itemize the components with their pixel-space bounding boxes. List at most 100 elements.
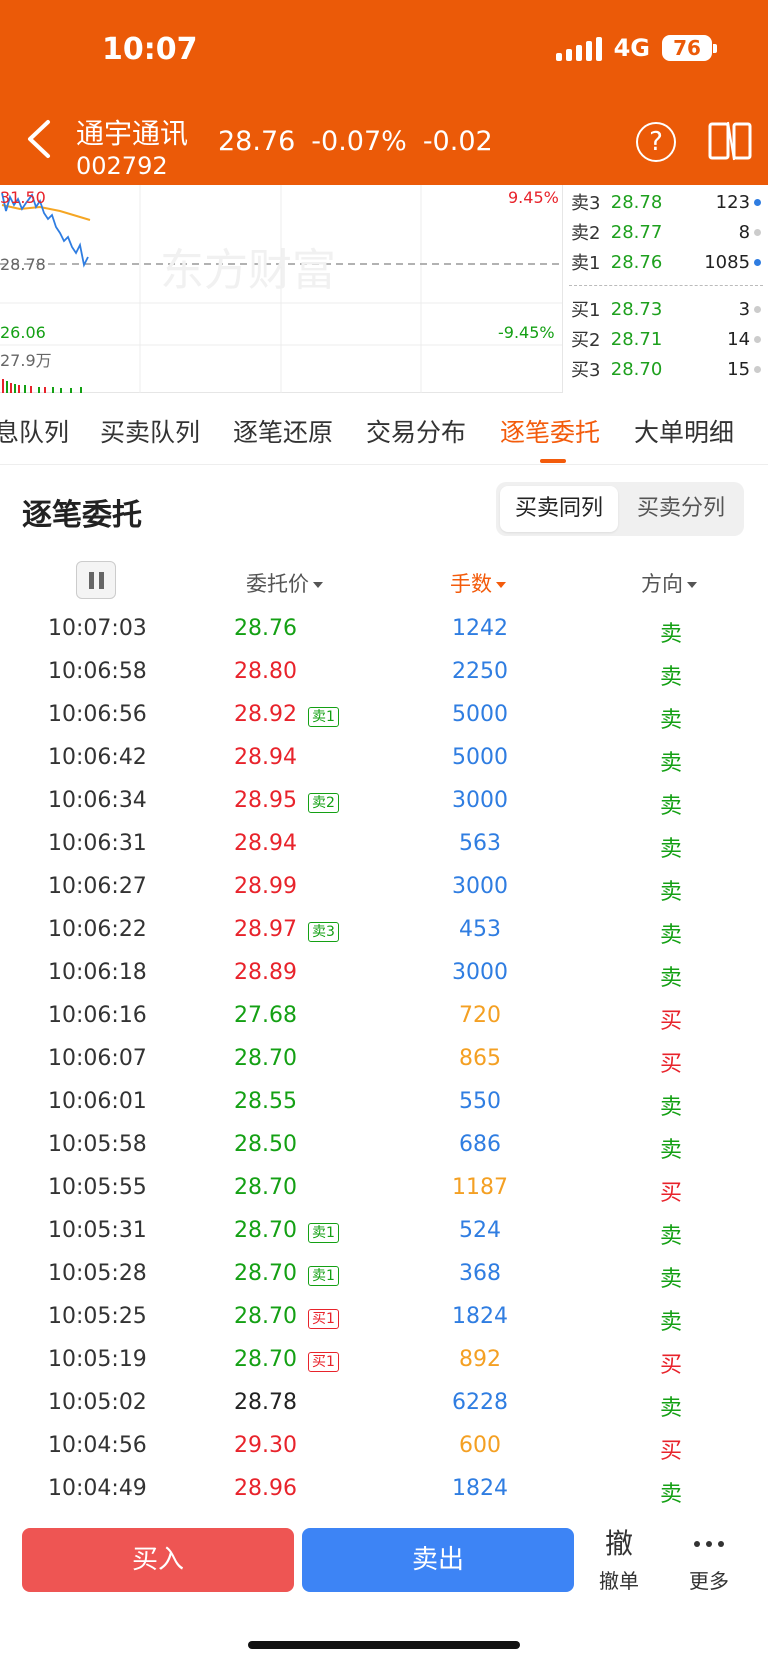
switch-view-icon[interactable] — [708, 120, 752, 162]
stock-code: 002792 — [76, 152, 168, 180]
tab-bid-ask-queue[interactable]: 买卖队列 — [100, 413, 200, 449]
dot-icon — [754, 198, 761, 206]
bid-row-1: 买1 28.73 3 — [571, 296, 761, 322]
row-direction: 卖 — [660, 1310, 683, 1335]
row-price: 27.68 — [234, 1003, 297, 1028]
bid-label: 买1 — [571, 300, 601, 321]
tick-order-list[interactable]: 10:07:03 28.76 1242 卖 10:06:58 28.80 2250 卖 10:0… — [0, 608, 768, 1511]
row-price: 28.95 — [234, 788, 297, 813]
chart-low-pct: -9.45% — [498, 323, 555, 342]
row-direction: 卖 — [660, 708, 683, 733]
row-time: 10:06:22 — [48, 917, 147, 942]
ask-label: 卖1 — [571, 253, 601, 274]
row-volume: 600 — [459, 1433, 501, 1458]
column-direction-header[interactable]: 方向 — [641, 568, 697, 598]
row-volume: 453 — [459, 917, 501, 942]
stock-name[interactable]: 通宇通讯 — [76, 112, 188, 152]
ask-volume: 1085 — [704, 251, 751, 273]
dot-icon — [754, 335, 761, 343]
intraday-chart[interactable]: 东方财富 31.50 9.45% 28.78 26.06 -9.45% 27.9… — [0, 185, 562, 393]
ask-volume: 123 — [715, 191, 751, 213]
caret-down-icon — [313, 582, 323, 588]
row-volume: 1187 — [452, 1175, 508, 1200]
bottom-action-bar: 买入 卖出 撤 撤单 更多 — [0, 1515, 768, 1665]
row-volume: 3000 — [452, 788, 508, 813]
table-row: 10:06:22 28.97 卖3 453 卖 — [0, 909, 768, 952]
row-volume: 5000 — [452, 745, 508, 770]
buy-button[interactable]: 买入 — [22, 1528, 294, 1592]
table-row: 10:04:49 28.96 1824 卖 — [0, 1468, 768, 1511]
tab-tick-restore[interactable]: 逐笔还原 — [233, 413, 333, 449]
row-price: 28.94 — [234, 831, 297, 856]
tab-queue[interactable]: 息队列 — [0, 413, 69, 449]
row-time: 10:06:18 — [48, 960, 147, 985]
status-time: 10:07 — [102, 32, 198, 67]
row-direction: 卖 — [660, 880, 683, 905]
row-price: 28.80 — [234, 659, 297, 684]
table-row: 10:05:58 28.50 686 卖 — [0, 1124, 768, 1167]
tab-large-orders[interactable]: 大单明细 — [634, 413, 734, 449]
table-row: 10:06:16 27.68 720 买 — [0, 995, 768, 1038]
ask-row-1: 卖1 28.76 1085 — [571, 249, 761, 275]
bid-price: 28.70 — [610, 358, 663, 380]
row-time: 10:06:58 — [48, 659, 147, 684]
row-price: 28.70 — [234, 1175, 297, 1200]
row-time: 10:07:03 — [48, 616, 147, 641]
section-title: 逐笔委托 — [22, 498, 142, 533]
row-price: 28.50 — [234, 1132, 297, 1157]
dot-icon — [754, 305, 761, 313]
dot-icon — [754, 228, 761, 236]
row-volume: 1824 — [452, 1476, 508, 1501]
row-price: 28.78 — [234, 1390, 297, 1415]
help-icon[interactable]: ? — [636, 122, 676, 162]
row-price: 28.70 — [234, 1261, 297, 1286]
ask-price: 28.76 — [610, 251, 663, 273]
sell-button[interactable]: 卖出 — [302, 1528, 574, 1592]
table-row: 10:06:18 28.89 3000 卖 — [0, 952, 768, 995]
column-volume-header[interactable]: 手数 — [450, 568, 506, 598]
tab-trade-distribution[interactable]: 交易分布 — [366, 413, 466, 449]
table-row: 10:06:58 28.80 2250 卖 — [0, 651, 768, 694]
order-book[interactable]: 卖3 28.78 123 卖2 28.77 8 卖1 28.76 1085 买1… — [562, 185, 768, 393]
row-time: 10:05:55 — [48, 1175, 147, 1200]
stock-change: -0.02 — [422, 126, 493, 157]
back-arrow-icon[interactable] — [24, 118, 56, 160]
stock-quote: 28.76 -0.07% -0.02 — [218, 126, 493, 157]
row-time: 10:05:19 — [48, 1347, 147, 1372]
status-icons: 4G 76 — [555, 34, 717, 62]
table-row: 10:05:25 28.70 买1 1824 卖 — [0, 1296, 768, 1339]
row-direction: 买 — [660, 1439, 683, 1464]
row-price: 28.55 — [234, 1089, 297, 1114]
bid-label: 买3 — [571, 360, 601, 381]
bid-price: 28.73 — [610, 298, 663, 320]
more-button[interactable]: 更多 — [674, 1523, 744, 1594]
bid-row-3: 买3 28.70 15 — [571, 356, 761, 382]
row-time: 10:05:58 — [48, 1132, 147, 1157]
row-time: 10:06:01 — [48, 1089, 147, 1114]
chart-low-price: 26.06 — [0, 323, 46, 342]
row-volume: 368 — [459, 1261, 501, 1286]
row-level-tag: 卖1 — [308, 707, 339, 727]
toggle-split-column[interactable]: 买卖分列 — [622, 486, 740, 532]
cancel-order-button[interactable]: 撤 撤单 — [584, 1523, 654, 1594]
ask-label: 卖3 — [571, 193, 601, 214]
row-time: 10:06:56 — [48, 702, 147, 727]
pause-icon[interactable] — [76, 561, 116, 599]
more-label: 更多 — [689, 1569, 729, 1593]
tab-tick-orders[interactable]: 逐笔委托 — [500, 413, 600, 449]
dot-icon — [754, 365, 761, 373]
bid-label: 买2 — [571, 330, 601, 351]
row-direction: 买 — [660, 1353, 683, 1378]
row-direction: 卖 — [660, 923, 683, 948]
dot-icon — [754, 258, 761, 266]
row-price: 28.99 — [234, 874, 297, 899]
order-book-divider — [569, 285, 763, 286]
view-mode-toggle: 买卖同列 买卖分列 — [496, 482, 744, 536]
row-direction: 卖 — [660, 1482, 683, 1507]
table-row: 10:05:02 28.78 6228 卖 — [0, 1382, 768, 1425]
row-level-tag: 买1 — [308, 1309, 339, 1329]
row-time: 10:06:07 — [48, 1046, 147, 1071]
toggle-same-column[interactable]: 买卖同列 — [500, 486, 618, 532]
column-price-header[interactable]: 委托价 — [246, 568, 323, 598]
row-volume: 550 — [459, 1089, 501, 1114]
